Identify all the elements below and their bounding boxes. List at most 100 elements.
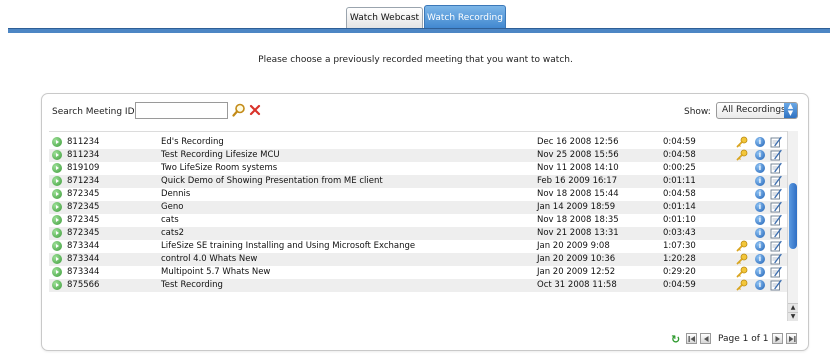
next-page-button[interactable] bbox=[772, 333, 783, 344]
recording-date: Jan 20 2009 9:08 bbox=[537, 241, 610, 251]
meeting-id: 871234 bbox=[67, 176, 100, 186]
info-icon[interactable]: i bbox=[755, 189, 765, 199]
recording-date: Nov 21 2008 13:31 bbox=[537, 228, 619, 238]
search-label: Search Meeting ID: bbox=[52, 107, 138, 117]
edit-icon[interactable] bbox=[770, 227, 782, 239]
edit-icon[interactable] bbox=[770, 188, 782, 200]
play-icon[interactable] bbox=[52, 228, 62, 238]
info-icon[interactable]: i bbox=[755, 280, 765, 290]
recording-date: Oct 31 2008 11:58 bbox=[537, 280, 617, 290]
recording-name: Two LifeSize Room systems bbox=[161, 163, 278, 173]
key-icon[interactable] bbox=[736, 149, 748, 161]
recording-duration: 1:07:30 bbox=[663, 241, 696, 251]
recording-duration: 0:04:58 bbox=[663, 150, 696, 160]
recording-row[interactable]: 872345 cats Nov 18 2008 18:35 0:01:10 i bbox=[49, 214, 787, 227]
recording-date: Nov 11 2008 14:10 bbox=[537, 163, 619, 173]
meeting-id: 872345 bbox=[67, 215, 100, 225]
recording-row[interactable]: 873344 LifeSize SE training Installing an… bbox=[49, 240, 787, 253]
meeting-id: 811234 bbox=[67, 150, 100, 160]
recording-row[interactable]: 872345 cats2 Nov 21 2008 13:31 0:03:43 i bbox=[49, 227, 787, 240]
show-filter-value: All Recordings bbox=[722, 105, 786, 115]
recording-row[interactable]: 873344 Multipoint 5.7 Whats New Jan 20 200… bbox=[49, 266, 787, 279]
play-icon[interactable] bbox=[52, 254, 62, 264]
info-icon[interactable]: i bbox=[755, 228, 765, 238]
tab-underline bbox=[8, 28, 830, 33]
recording-row[interactable]: 872345 Geno Jan 14 2009 18:59 0:01:14 i bbox=[49, 201, 787, 214]
edit-icon[interactable] bbox=[770, 214, 782, 226]
recording-duration: 0:01:10 bbox=[663, 215, 696, 225]
last-page-button[interactable] bbox=[786, 333, 797, 344]
tab-watch-recording[interactable]: Watch Recording bbox=[424, 5, 506, 29]
edit-icon[interactable] bbox=[770, 279, 782, 291]
recording-row[interactable]: 873344 control 4.0 Whats New Jan 20 2009 1… bbox=[49, 253, 787, 266]
play-icon[interactable] bbox=[52, 202, 62, 212]
tab-watch-webcast[interactable]: Watch Webcast bbox=[346, 7, 423, 28]
recording-duration: 1:20:28 bbox=[663, 254, 696, 264]
refresh-icon[interactable]: ↻ bbox=[671, 333, 680, 346]
recording-row[interactable]: 872345 Dennis Nov 18 2008 15:44 0:04:58 i bbox=[49, 188, 787, 201]
recording-date: Jan 14 2009 18:59 bbox=[537, 202, 616, 212]
key-icon[interactable] bbox=[736, 279, 748, 291]
prev-page-button[interactable] bbox=[700, 333, 711, 344]
list-scrollbar[interactable]: ▲ ▼ bbox=[787, 131, 798, 321]
key-icon[interactable] bbox=[736, 266, 748, 278]
info-icon[interactable]: i bbox=[755, 254, 765, 264]
edit-icon[interactable] bbox=[770, 162, 782, 174]
meeting-id: 873344 bbox=[67, 267, 100, 277]
show-filter-select[interactable]: All Recordings ▲ ▼ bbox=[716, 102, 798, 119]
recording-date: Jan 20 2009 12:52 bbox=[537, 267, 616, 277]
key-icon[interactable] bbox=[736, 136, 748, 148]
recording-row[interactable]: 875566 Test Recording Oct 31 2008 11:58 0:0… bbox=[49, 279, 787, 292]
recording-row[interactable]: 811234 Test Recording Lifesize MCU Nov 25 … bbox=[49, 149, 787, 162]
meeting-id: 872345 bbox=[67, 189, 100, 199]
info-icon[interactable]: i bbox=[755, 215, 765, 225]
info-icon[interactable]: i bbox=[755, 150, 765, 160]
tab-bar: Watch Webcast Watch Recording bbox=[0, 5, 831, 29]
search-icon[interactable] bbox=[232, 103, 246, 117]
edit-icon[interactable] bbox=[770, 136, 782, 148]
play-icon[interactable] bbox=[52, 280, 62, 290]
play-icon[interactable] bbox=[52, 267, 62, 277]
recording-row[interactable]: 871234 Quick Demo of Showing Presentation… bbox=[49, 175, 787, 188]
recordings-list: 811234 Ed's Recording Dec 16 2008 12:56 0:0… bbox=[49, 131, 787, 322]
play-icon[interactable] bbox=[52, 150, 62, 160]
recording-name: Dennis bbox=[161, 189, 191, 199]
meeting-id: 872345 bbox=[67, 228, 100, 238]
info-icon[interactable]: i bbox=[755, 267, 765, 277]
play-icon[interactable] bbox=[52, 241, 62, 251]
first-page-button[interactable] bbox=[686, 333, 697, 344]
recording-name: Ed's Recording bbox=[161, 137, 224, 147]
scrollbar-thumb[interactable] bbox=[789, 183, 797, 249]
edit-icon[interactable] bbox=[770, 266, 782, 278]
edit-icon[interactable] bbox=[770, 253, 782, 265]
meeting-id: 875566 bbox=[67, 280, 100, 290]
play-icon[interactable] bbox=[52, 163, 62, 173]
info-icon[interactable]: i bbox=[755, 137, 765, 147]
recording-date: Nov 18 2008 15:44 bbox=[537, 189, 619, 199]
key-icon[interactable] bbox=[736, 240, 748, 252]
scroll-down-icon[interactable]: ▼ bbox=[788, 312, 798, 321]
info-icon[interactable]: i bbox=[755, 176, 765, 186]
play-icon[interactable] bbox=[52, 189, 62, 199]
meeting-id: 811234 bbox=[67, 137, 100, 147]
recording-row[interactable]: 819109 Two LifeSize Room systems Nov 11 20… bbox=[49, 162, 787, 175]
edit-icon[interactable] bbox=[770, 201, 782, 213]
recording-name: control 4.0 Whats New bbox=[161, 254, 258, 264]
play-icon[interactable] bbox=[52, 176, 62, 186]
edit-icon[interactable] bbox=[770, 240, 782, 252]
show-label: Show: bbox=[684, 107, 711, 117]
recording-row[interactable]: 811234 Ed's Recording Dec 16 2008 12:56 0:0… bbox=[49, 136, 787, 149]
search-meeting-id-input[interactable] bbox=[135, 102, 228, 119]
clear-search-icon[interactable] bbox=[248, 103, 262, 117]
scroll-up-icon[interactable]: ▲ bbox=[788, 303, 798, 312]
key-icon[interactable] bbox=[736, 253, 748, 265]
play-icon[interactable] bbox=[52, 137, 62, 147]
info-icon[interactable]: i bbox=[755, 241, 765, 251]
play-icon[interactable] bbox=[52, 215, 62, 225]
recording-duration: 0:04:58 bbox=[663, 189, 696, 199]
edit-icon[interactable] bbox=[770, 175, 782, 187]
recording-duration: 0:29:20 bbox=[663, 267, 696, 277]
info-icon[interactable]: i bbox=[755, 163, 765, 173]
edit-icon[interactable] bbox=[770, 149, 782, 161]
info-icon[interactable]: i bbox=[755, 202, 765, 212]
